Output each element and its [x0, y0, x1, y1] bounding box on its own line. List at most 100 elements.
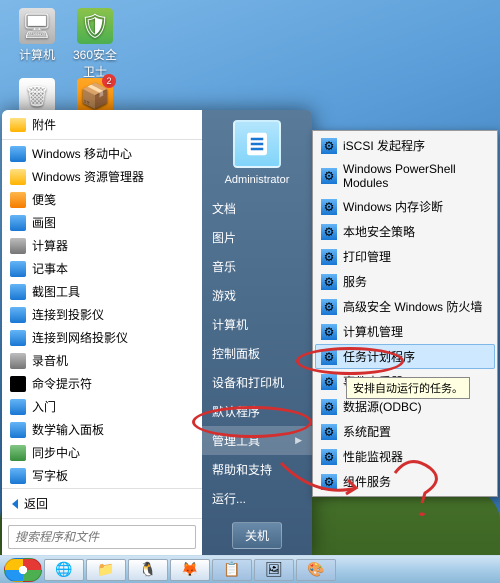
program-item[interactable]: 计算器: [2, 234, 202, 257]
right-link[interactable]: 计算机: [202, 310, 312, 339]
submenu-item[interactable]: ⚙本地安全策略: [315, 219, 495, 244]
taskbar-ie[interactable]: 🌐: [44, 559, 84, 581]
start-menu-right-pane: Administrator 文档图片音乐游戏计算机控制面板设备和打印机默认程序管…: [202, 110, 312, 555]
submenu-item[interactable]: ⚙ 计算机管理: [315, 319, 495, 344]
tool-icon: ⚙: [321, 324, 337, 340]
taskbar-app2[interactable]: 🖼: [254, 559, 294, 581]
back-button[interactable]: 返回: [2, 488, 202, 518]
submenu-item[interactable]: ⚙系统配置: [315, 419, 495, 444]
submenu-item[interactable]: ⚙打印管理: [315, 244, 495, 269]
program-label: 写字板: [32, 467, 68, 484]
tool-icon: ⚙: [321, 474, 337, 490]
taskbar-uc[interactable]: 🦊: [170, 559, 210, 581]
link-label: 图片: [212, 229, 236, 246]
recycle-icon: 🗑: [19, 78, 55, 114]
program-label: Windows 移动中心: [32, 145, 132, 162]
submenu-label: 组件服务: [343, 473, 391, 490]
submenu-item[interactable]: ⚙iSCSI 发起程序: [315, 133, 495, 158]
submenu-item[interactable]: ⚙ 任务计划程序: [315, 344, 495, 369]
username: Administrator: [202, 174, 312, 186]
folder-icon: [10, 169, 26, 185]
program-label: 连接到网络投影仪: [32, 329, 128, 346]
submenu-label: 本地安全策略: [343, 223, 415, 240]
right-link[interactable]: 设备和打印机: [202, 368, 312, 397]
link-label: 默认程序: [212, 403, 260, 420]
search-box-container: [2, 518, 202, 555]
start-button[interactable]: [4, 558, 42, 582]
right-link[interactable]: 默认程序: [202, 397, 312, 426]
folder-icon: [10, 118, 26, 132]
desktop-icon-computer[interactable]: 🖥计算机: [12, 8, 62, 63]
tool-icon: ⚙: [321, 399, 337, 415]
start-menu: 附件 Windows 移动中心 Windows 资源管理器便笺画图计算器记事本截图…: [2, 110, 312, 555]
submenu-item[interactable]: ⚙Windows 内存诊断: [315, 194, 495, 219]
program-label: 同步中心: [32, 444, 80, 461]
computer-icon: 🖥: [19, 8, 55, 44]
orange-icon: [10, 192, 26, 208]
folder-title: 附件: [32, 116, 56, 133]
tool-icon: ⚙: [321, 424, 337, 440]
right-link[interactable]: 文档: [202, 194, 312, 223]
folder-header[interactable]: 附件: [2, 110, 202, 140]
arrow-left-icon: [12, 499, 18, 509]
tool-icon: ⚙: [321, 349, 337, 365]
program-item[interactable]: Windows 资源管理器: [2, 165, 202, 188]
submenu-label: 高级安全 Windows 防火墙: [343, 298, 482, 315]
program-item[interactable]: 入门: [2, 395, 202, 418]
program-item[interactable]: 画图: [2, 211, 202, 234]
submenu-item[interactable]: ⚙ 组件服务: [315, 469, 495, 494]
submenu-label: 任务计划程序: [343, 348, 415, 365]
taskbar-app1[interactable]: 📋: [212, 559, 252, 581]
submenu-item[interactable]: ⚙服务: [315, 269, 495, 294]
program-item[interactable]: 连接到网络投影仪: [2, 326, 202, 349]
program-label: 录音机: [32, 352, 68, 369]
program-item[interactable]: 命令提示符: [2, 372, 202, 395]
submenu-label: 计算机管理: [343, 323, 403, 340]
right-link[interactable]: 运行...: [202, 484, 312, 513]
program-label: 计算器: [32, 237, 68, 254]
right-link[interactable]: 游戏: [202, 281, 312, 310]
tool-icon: ⚙: [321, 168, 337, 184]
right-link[interactable]: 管理工具▶: [202, 426, 312, 455]
tooltip: 安排自动运行的任务。: [346, 377, 470, 399]
right-link[interactable]: 控制面板: [202, 339, 312, 368]
search-input[interactable]: [8, 525, 196, 549]
cmd-icon: [10, 376, 26, 392]
shutdown-button[interactable]: 关机: [232, 522, 282, 549]
user-avatar[interactable]: [233, 120, 281, 168]
right-link[interactable]: 图片: [202, 223, 312, 252]
link-label: 计算机: [212, 316, 248, 333]
program-item[interactable]: 连接到投影仪: [2, 303, 202, 326]
submenu-item[interactable]: ⚙Windows PowerShell Modules: [315, 158, 495, 194]
program-item[interactable]: 截图工具: [2, 280, 202, 303]
program-item[interactable]: 数学输入面板: [2, 418, 202, 441]
program-item[interactable]: 写字板: [2, 464, 202, 487]
program-label: Windows 资源管理器: [32, 168, 144, 185]
program-item[interactable]: 录音机: [2, 349, 202, 372]
taskbar-explorer[interactable]: 📁: [86, 559, 126, 581]
taskbar-paint[interactable]: 🎨: [296, 559, 336, 581]
right-link[interactable]: 帮助和支持: [202, 455, 312, 484]
tool-icon: ⚙: [321, 249, 337, 265]
shutdown-area: 关机: [202, 516, 312, 555]
submenu-item[interactable]: ⚙高级安全 Windows 防火墙: [315, 294, 495, 319]
blue-icon: [10, 284, 26, 300]
submenu-label: 数据源(ODBC): [343, 398, 422, 415]
green-icon: [10, 445, 26, 461]
submenu-item[interactable]: ⚙ 性能监视器: [315, 444, 495, 469]
tool-icon: ⚙: [321, 449, 337, 465]
program-item[interactable]: Windows 移动中心: [2, 142, 202, 165]
program-label: 截图工具: [32, 283, 80, 300]
program-item[interactable]: 同步中心: [2, 441, 202, 464]
box-icon: 📦2: [77, 78, 113, 114]
link-label: 控制面板: [212, 345, 260, 362]
program-item[interactable]: 便笺: [2, 188, 202, 211]
blue-icon: [10, 422, 26, 438]
program-item[interactable]: 记事本: [2, 257, 202, 280]
submenu-label: 性能监视器: [343, 448, 403, 465]
tool-icon: ⚙: [321, 374, 337, 390]
taskbar-qq[interactable]: 🐧: [128, 559, 168, 581]
right-link[interactable]: 音乐: [202, 252, 312, 281]
tool-icon: ⚙: [321, 274, 337, 290]
desktop-icon-360safe[interactable]: 🛡360安全卫士: [70, 8, 120, 80]
